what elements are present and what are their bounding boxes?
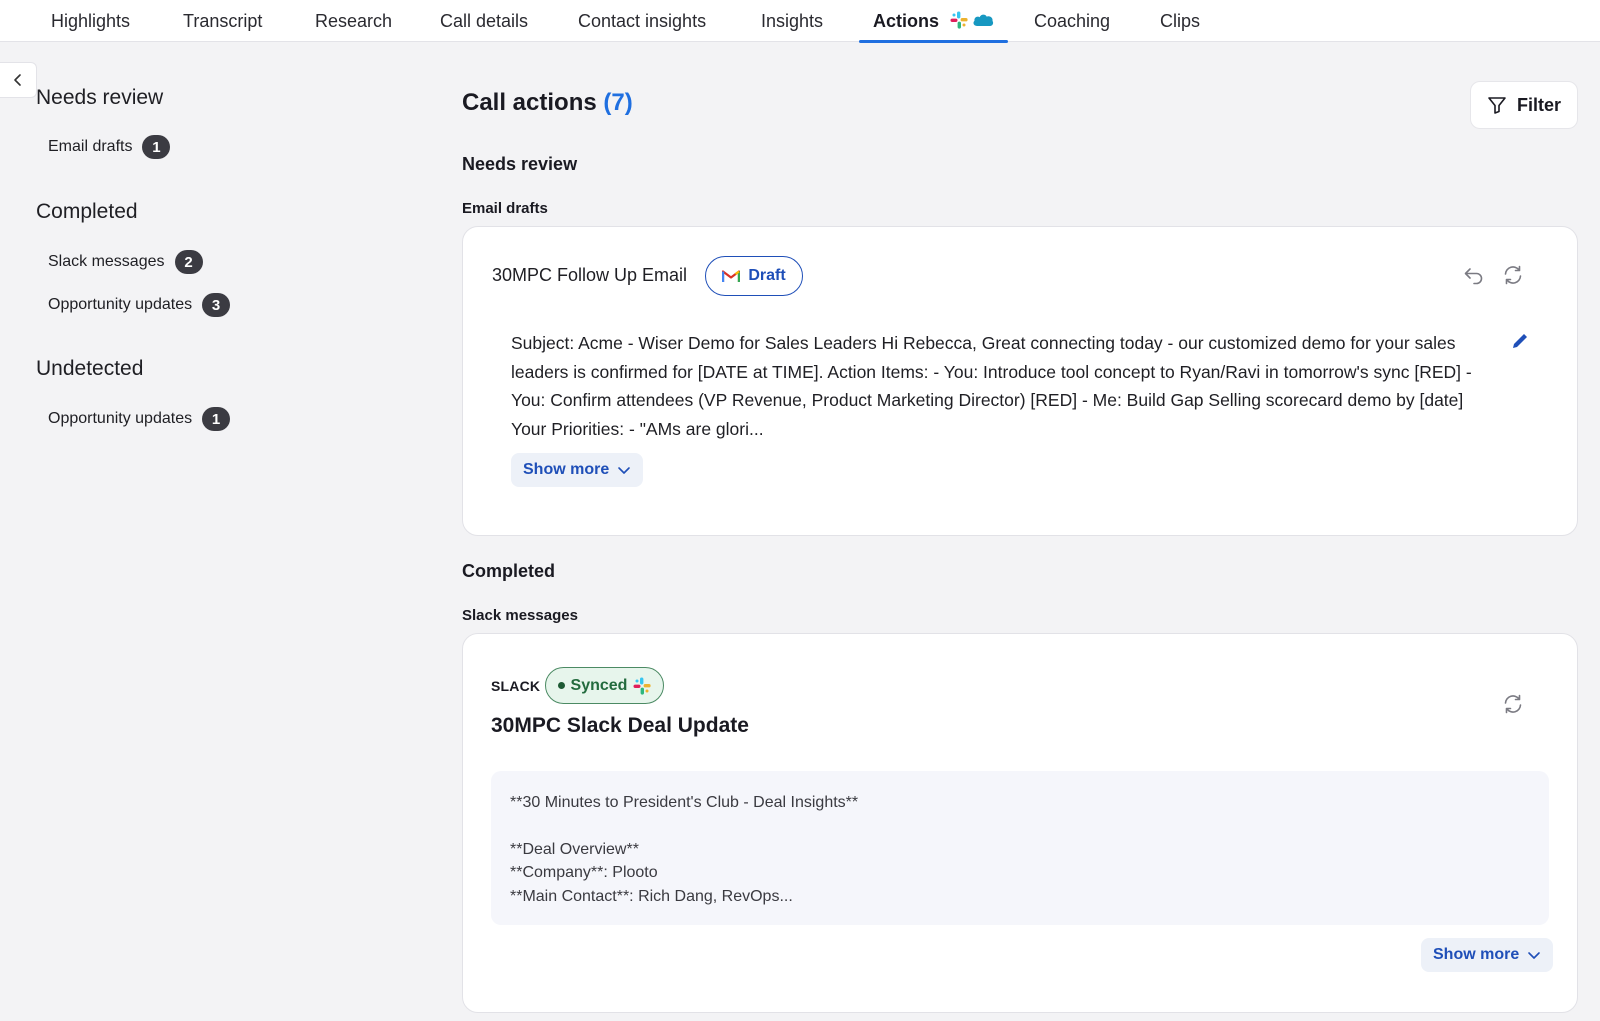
group-heading-email-drafts: Email drafts xyxy=(462,200,548,217)
refresh-icon xyxy=(1504,694,1522,714)
chevron-down-icon xyxy=(618,467,631,474)
tab-actions[interactable]: Actions xyxy=(858,0,1009,43)
tab-insights[interactable]: Insights xyxy=(761,0,823,42)
sidebar-item-label: Slack messages xyxy=(48,253,165,270)
page-title-count: (7) xyxy=(603,89,633,116)
slack-icon xyxy=(633,677,652,695)
page-title-text: Call actions xyxy=(462,89,597,116)
tab-call-details[interactable]: Call details xyxy=(440,0,528,42)
status-dot xyxy=(557,682,565,689)
show-more-label: Show more xyxy=(523,461,610,478)
edit-button[interactable] xyxy=(1506,327,1534,355)
page-title: Call actions (7) xyxy=(462,89,633,117)
slack-refresh-button[interactable] xyxy=(1498,689,1528,719)
count-badge: 2 xyxy=(174,250,203,274)
tab-contact-insights[interactable]: Contact insights xyxy=(578,0,706,42)
email-title: 30MPC Follow Up Email xyxy=(492,265,688,285)
gmail-icon xyxy=(722,270,741,282)
sidebar-item-label: Opportunity updates xyxy=(48,296,193,313)
email-body-text: Subject: Acme - Wiser Demo for Sales Lea… xyxy=(511,333,1472,439)
synced-status-label: Synced xyxy=(570,676,628,694)
filter-button[interactable]: Filter xyxy=(1470,81,1578,129)
slack-message-card: SLACK Synced 30MPC Slack Deal Update **3… xyxy=(462,633,1578,1013)
tab-clips[interactable]: Clips xyxy=(1160,0,1200,42)
slack-line: **Main Contact**: Rich Dang, RevOps... xyxy=(510,887,793,905)
slack-line-blank xyxy=(510,815,1530,838)
salesforce-cloud-icon xyxy=(973,14,994,27)
sidebar-item-opportunity-updates[interactable]: Opportunity updates 3 xyxy=(48,292,231,318)
section-heading-completed: Completed xyxy=(462,561,556,581)
slack-show-more-button[interactable]: Show more xyxy=(1421,938,1554,972)
undo-button[interactable] xyxy=(1459,260,1489,290)
sidebar-item-email-drafts[interactable]: Email drafts 1 xyxy=(48,134,171,160)
tab-coaching[interactable]: Coaching xyxy=(1034,0,1110,42)
slack-line: **Deal Overview** xyxy=(510,840,639,858)
sidebar-heading-needs-review: Needs review xyxy=(36,86,164,109)
top-tab-bar: Highlights Transcript Research Call deta… xyxy=(0,0,1600,43)
sidebar-heading-completed: Completed xyxy=(36,200,138,223)
slack-icon xyxy=(950,11,968,29)
undo-icon xyxy=(1464,268,1483,285)
slack-source-label: SLACK xyxy=(491,678,541,694)
draft-status-label: Draft xyxy=(748,267,786,284)
email-draft-card: 30MPC Follow Up Email Draft Subject: Acm… xyxy=(462,226,1578,536)
section-heading-needs-review: Needs review xyxy=(462,154,578,174)
slack-message-preview: **30 Minutes to President's Club - Deal … xyxy=(491,771,1549,925)
filter-label: Filter xyxy=(1516,94,1561,115)
count-badge: 3 xyxy=(202,293,231,317)
tab-actions-label: Actions xyxy=(873,11,940,31)
sidebar-item-label: Opportunity updates xyxy=(48,410,193,427)
chevron-left-icon xyxy=(14,74,21,86)
filter-icon xyxy=(1488,97,1506,114)
tab-research[interactable]: Research xyxy=(315,0,392,42)
tab-highlights[interactable]: Highlights xyxy=(51,0,130,42)
email-show-more-button[interactable]: Show more xyxy=(511,453,644,487)
chevron-down-icon xyxy=(1528,952,1541,959)
group-heading-slack-messages: Slack messages xyxy=(462,607,578,624)
draft-status-button[interactable]: Draft xyxy=(705,256,803,296)
show-more-label: Show more xyxy=(1433,946,1520,963)
pencil-icon xyxy=(1513,334,1527,348)
refresh-icon xyxy=(1504,265,1522,285)
sidebar-heading-undetected: Undetected xyxy=(36,357,144,380)
refresh-button[interactable] xyxy=(1498,260,1528,290)
sidebar-item-undetected-opportunity-updates[interactable]: Opportunity updates 1 xyxy=(48,406,231,432)
collapse-sidebar-button[interactable] xyxy=(0,62,37,98)
synced-status-badge: Synced xyxy=(545,667,664,704)
count-badge: 1 xyxy=(202,407,231,431)
sidebar-item-slack-messages[interactable]: Slack messages 2 xyxy=(48,249,203,275)
tab-transcript[interactable]: Transcript xyxy=(183,0,262,42)
sidebar-item-label: Email drafts xyxy=(48,138,133,155)
slack-message-title: 30MPC Slack Deal Update xyxy=(491,714,749,737)
count-badge: 1 xyxy=(142,135,171,159)
slack-line: **30 Minutes to President's Club - Deal … xyxy=(510,794,859,811)
slack-line: **Company**: Plooto xyxy=(510,864,658,881)
